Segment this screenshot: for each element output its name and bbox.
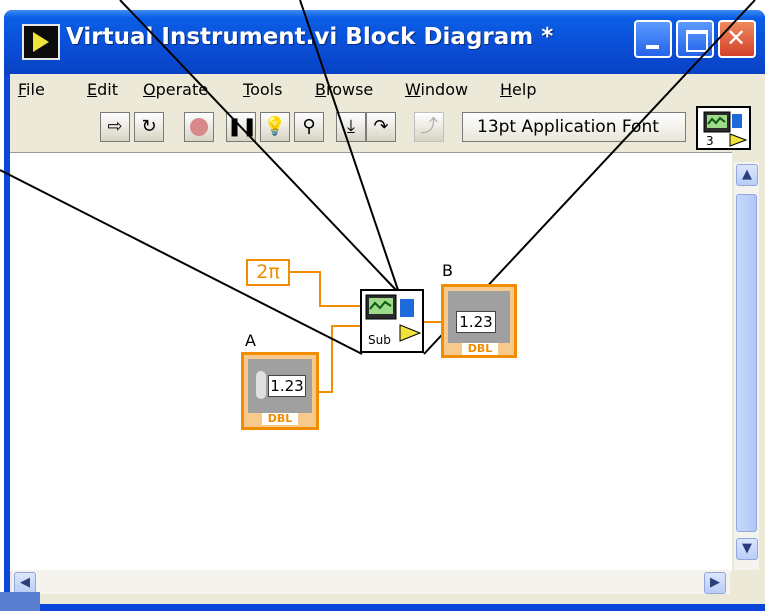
subvi-node[interactable]: Sub [360,289,424,353]
indicator-terminal[interactable]: 1.23 DBL [441,284,517,358]
subvi-label: Sub [368,333,391,347]
control-label[interactable]: A [245,331,256,350]
control-value: 1.23 [268,375,306,397]
indicator-value: 1.23 [456,311,496,333]
control-type: DBL [262,413,298,425]
wire-constant-to-subvi [290,271,362,307]
control-terminal[interactable]: 1.23 DBL [241,352,319,430]
indicator-type: DBL [462,343,498,355]
indicator-label[interactable]: B [442,261,453,280]
increment-arrows-icon [256,371,266,399]
numeric-constant[interactable]: 2π [246,259,290,286]
